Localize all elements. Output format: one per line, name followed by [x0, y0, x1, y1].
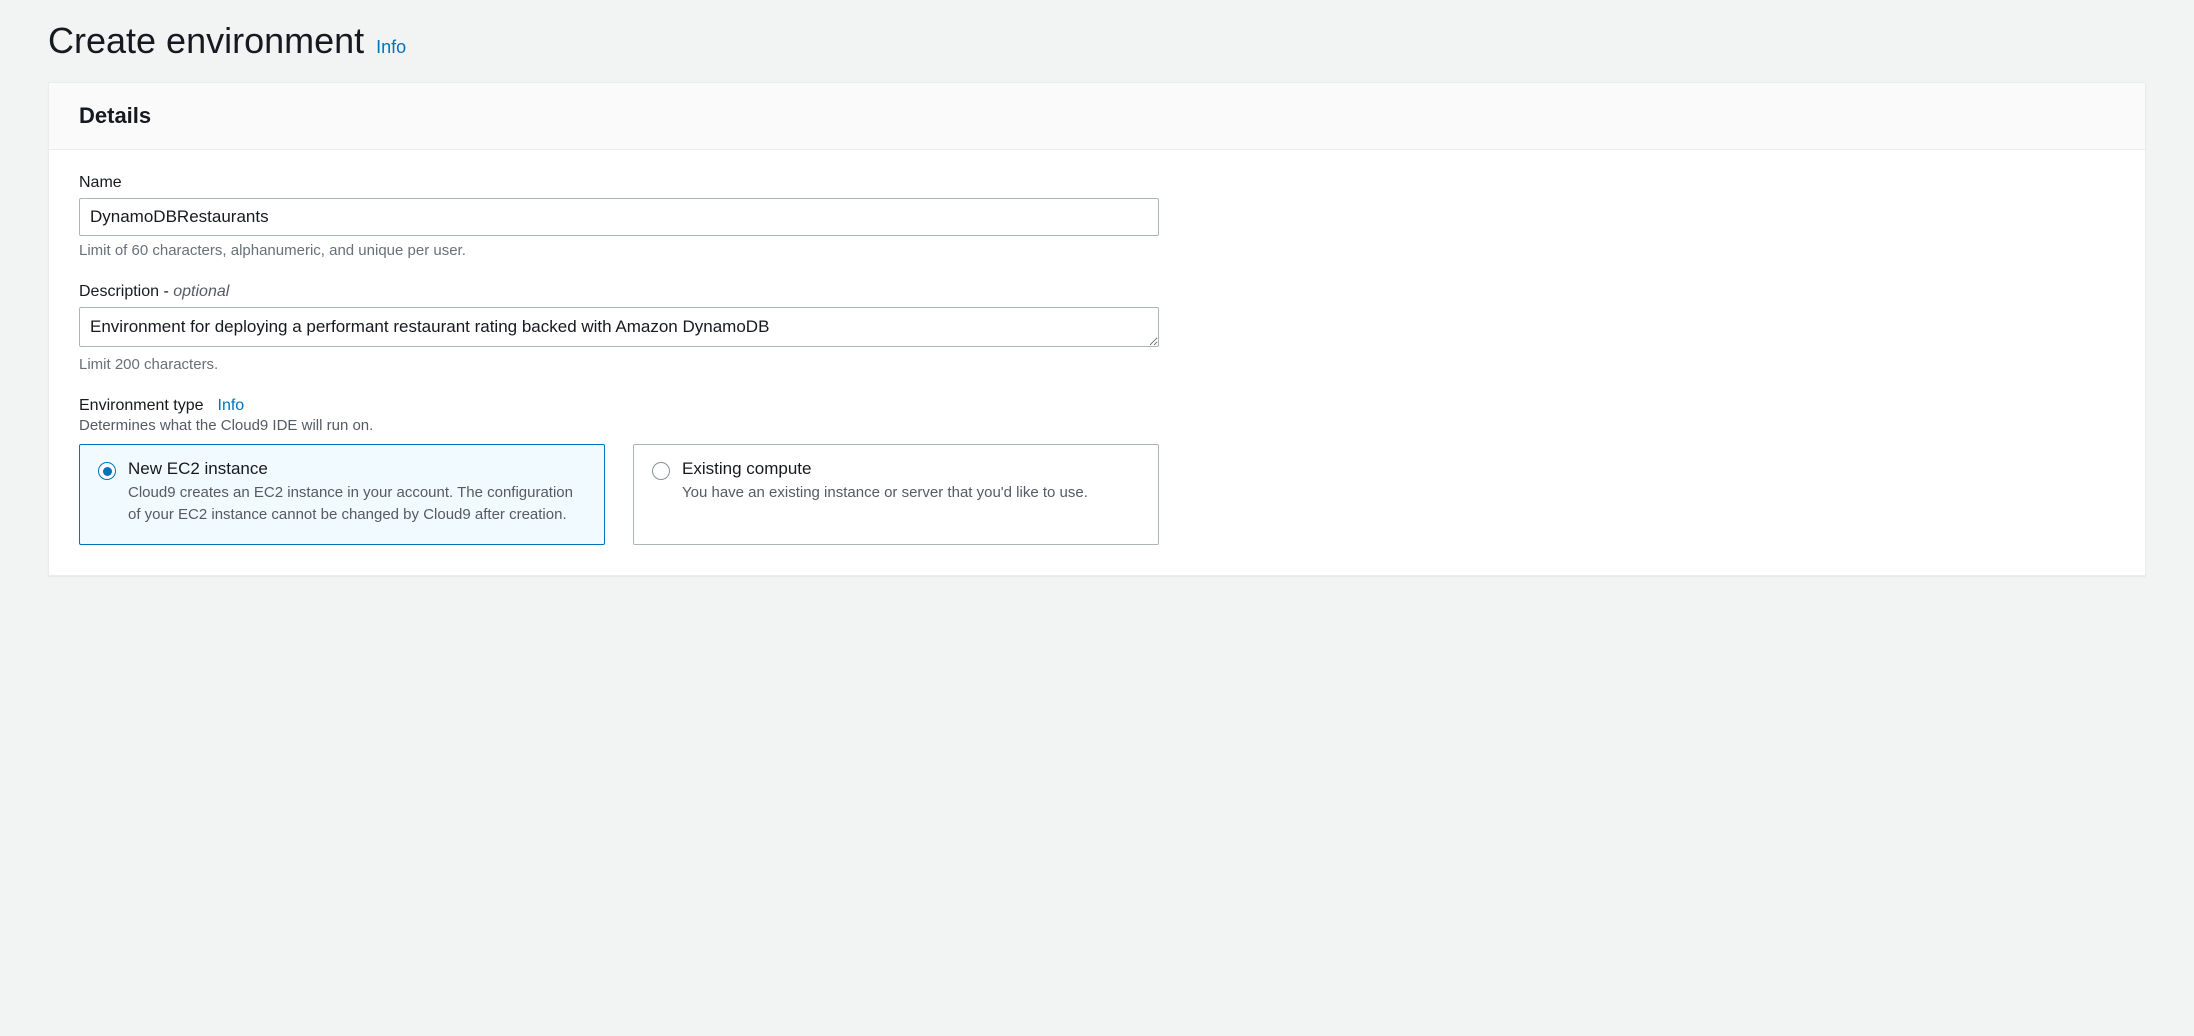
env-type-info-link[interactable]: Info	[218, 397, 245, 415]
description-label-text: Description -	[79, 283, 173, 300]
description-field-group: Description - optional Limit 200 charact…	[79, 283, 2115, 373]
env-type-label-row: Environment type Info	[79, 397, 2115, 415]
env-type-option-new-ec2[interactable]: New EC2 instance Cloud9 creates an EC2 i…	[79, 444, 605, 545]
panel-header: Details	[49, 83, 2145, 150]
radio-icon	[652, 462, 670, 480]
radio-content: New EC2 instance Cloud9 creates an EC2 i…	[128, 459, 586, 526]
description-optional-suffix: optional	[173, 283, 229, 300]
radio-icon	[98, 462, 116, 480]
panel-title: Details	[79, 103, 2115, 129]
panel-body: Name Limit of 60 characters, alphanumeri…	[49, 150, 2145, 575]
description-textarea[interactable]	[79, 307, 1159, 347]
page-header: Create environment Info	[48, 20, 2146, 62]
env-type-label: Environment type	[79, 397, 204, 415]
env-type-group: Environment type Info Determines what th…	[79, 397, 2115, 545]
radio-desc: You have an existing instance or server …	[682, 482, 1140, 504]
env-type-sublabel: Determines what the Cloud9 IDE will run …	[79, 417, 2115, 434]
description-label: Description - optional	[79, 283, 2115, 301]
description-hint: Limit 200 characters.	[79, 356, 2115, 373]
name-label: Name	[79, 174, 2115, 192]
details-panel: Details Name Limit of 60 characters, alp…	[48, 82, 2146, 576]
page-container: Create environment Info Details Name Lim…	[0, 0, 2194, 616]
radio-desc: Cloud9 creates an EC2 instance in your a…	[128, 482, 586, 526]
radio-title: New EC2 instance	[128, 459, 586, 479]
name-hint: Limit of 60 characters, alphanumeric, an…	[79, 242, 2115, 259]
page-title: Create environment	[48, 20, 364, 62]
radio-title: Existing compute	[682, 459, 1140, 479]
name-input[interactable]	[79, 198, 1159, 236]
page-info-link[interactable]: Info	[376, 37, 406, 58]
env-type-option-existing-compute[interactable]: Existing compute You have an existing in…	[633, 444, 1159, 545]
radio-content: Existing compute You have an existing in…	[682, 459, 1140, 504]
env-type-options: New EC2 instance Cloud9 creates an EC2 i…	[79, 444, 1159, 545]
name-field-group: Name Limit of 60 characters, alphanumeri…	[79, 174, 2115, 259]
